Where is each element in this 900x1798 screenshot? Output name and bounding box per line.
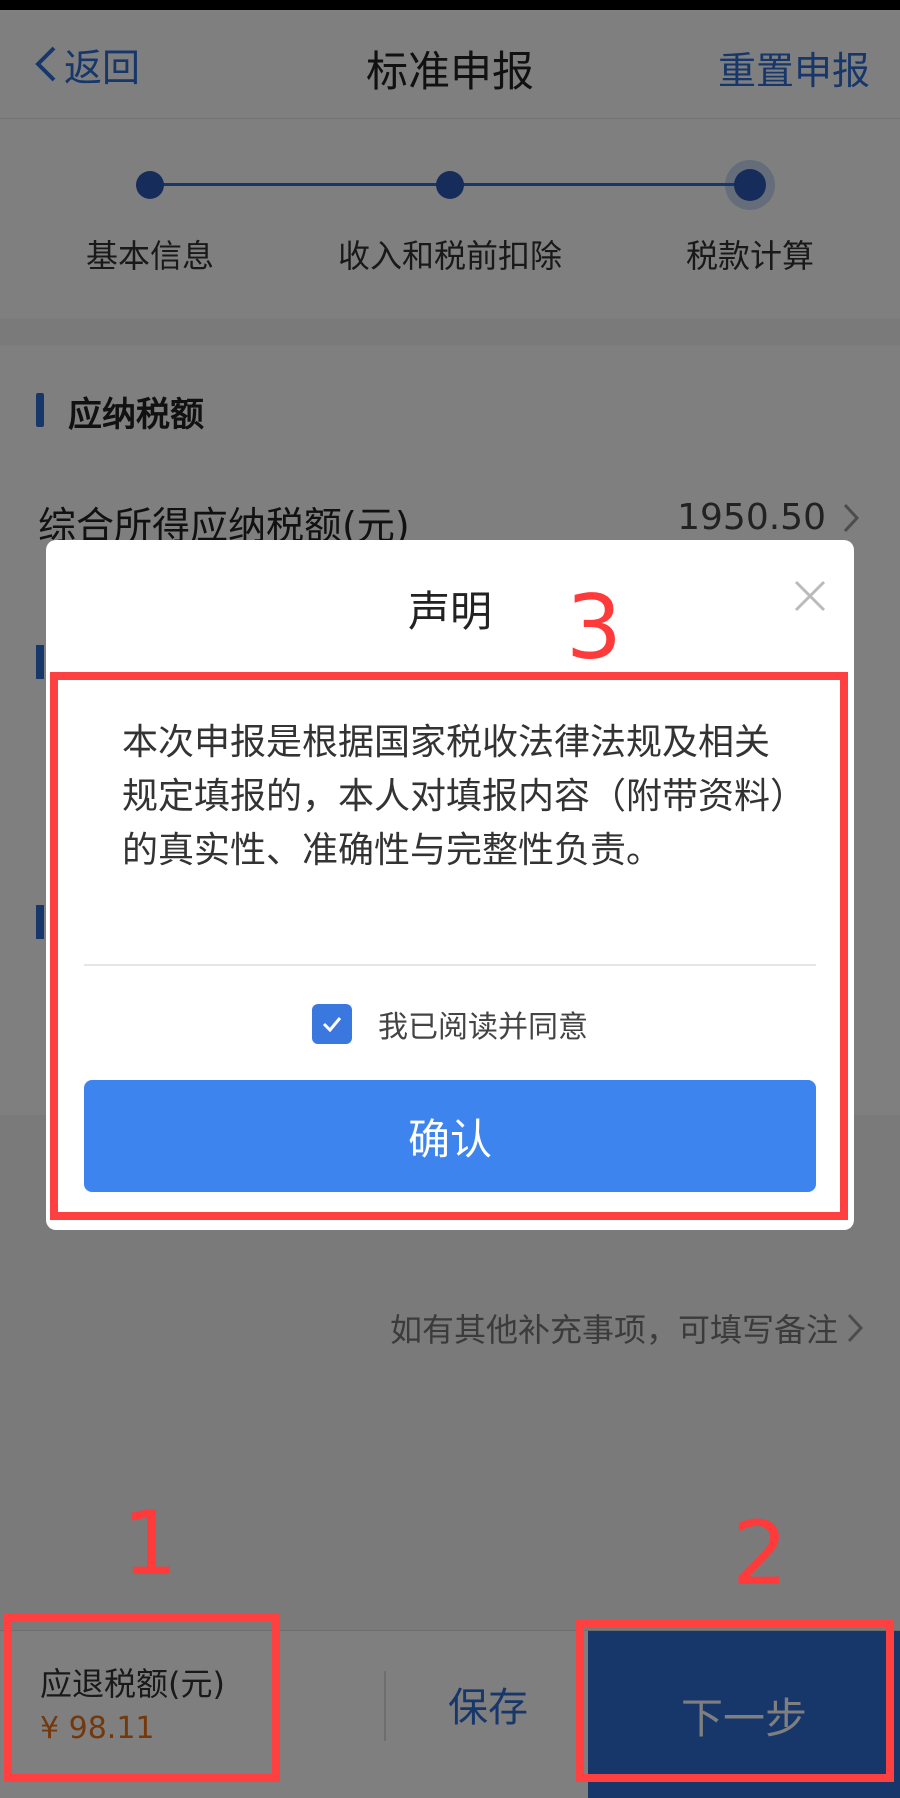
annotation-number-2: 2: [732, 1502, 788, 1605]
close-icon[interactable]: [790, 576, 830, 616]
annotation-number-1: 1: [122, 1492, 178, 1595]
tax-declaration-page: 返回 标准申报 重置申报 基本信息 收入和税前扣除 税款计算 应纳税额 综合所得…: [0, 0, 900, 1798]
annotation-box-2: [576, 1620, 894, 1782]
annotation-box-3: [50, 672, 848, 1220]
annotation-number-3: 3: [566, 576, 622, 679]
dialog-title: 声明: [407, 587, 492, 636]
annotation-box-1: [4, 1614, 280, 1782]
